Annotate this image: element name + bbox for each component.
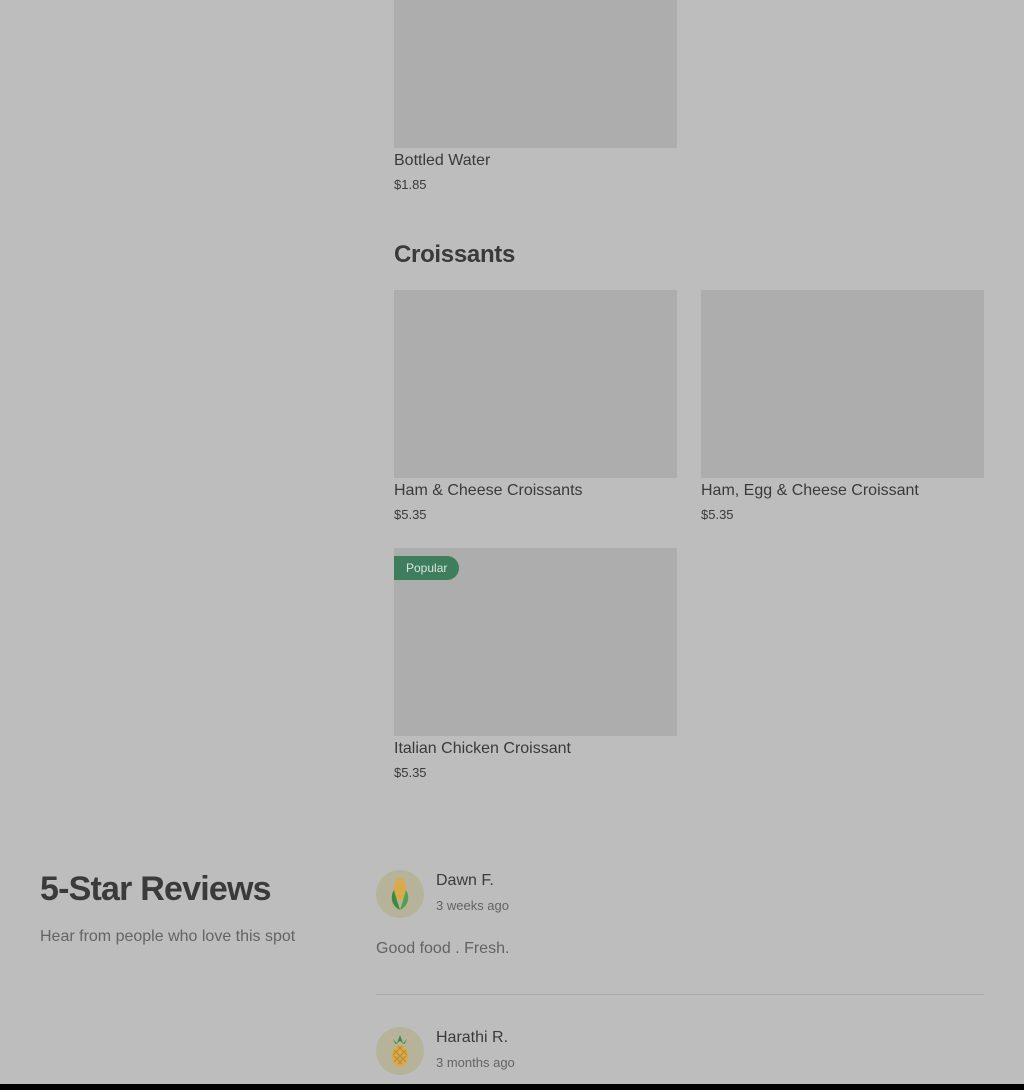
reviewer-name: Harathi R. xyxy=(436,1029,509,1046)
menu-item-price: $1.85 xyxy=(394,177,427,192)
section-title-croissants: Croissants xyxy=(394,241,516,268)
corn-icon xyxy=(391,878,409,910)
menu-item-name: Ham, Egg & Cheese Croissant xyxy=(701,482,919,499)
menu-item-image xyxy=(394,290,677,478)
reviews-subtitle: Hear from people who love this spot xyxy=(40,928,296,945)
reviewer-avatar xyxy=(376,1027,424,1075)
menu-item-card[interactable]: Popular Italian Chicken Croissant $5.35 xyxy=(394,548,677,780)
menu-item-image: Popular xyxy=(394,548,677,736)
menu-item-price: $5.35 xyxy=(394,765,427,780)
popular-badge: Popular xyxy=(394,556,460,580)
menu-item-name: Bottled Water xyxy=(394,152,491,169)
reviewer-name: Dawn F. xyxy=(436,872,494,889)
menu-item-image xyxy=(394,0,677,148)
menu-item-price: $5.35 xyxy=(394,507,427,522)
menu-item-name: Italian Chicken Croissant xyxy=(394,740,571,757)
menu-item-card[interactable]: Ham, Egg & Cheese Croissant $5.35 xyxy=(701,290,984,522)
review-time: 3 weeks ago xyxy=(436,898,509,913)
menu-item-image xyxy=(701,290,984,478)
review-time: 3 months ago xyxy=(436,1055,515,1070)
menu-item-price: $5.35 xyxy=(701,507,734,522)
review-text: Good food . Fresh. xyxy=(376,940,510,957)
menu-item-card[interactable]: Bottled Water $1.85 xyxy=(394,0,677,192)
menu-item-card[interactable]: Ham & Cheese Croissants $5.35 xyxy=(394,290,677,522)
store-page: Bottled Water $1.85 Croissants Ham & Che… xyxy=(0,0,1024,1090)
review-divider xyxy=(376,994,984,995)
bottom-bar xyxy=(0,1084,1024,1090)
reviews-title: 5-Star Reviews xyxy=(40,870,272,908)
menu-item-name: Ham & Cheese Croissants xyxy=(394,482,583,499)
reviewer-avatar xyxy=(376,870,424,918)
pineapple-icon xyxy=(392,1035,408,1067)
